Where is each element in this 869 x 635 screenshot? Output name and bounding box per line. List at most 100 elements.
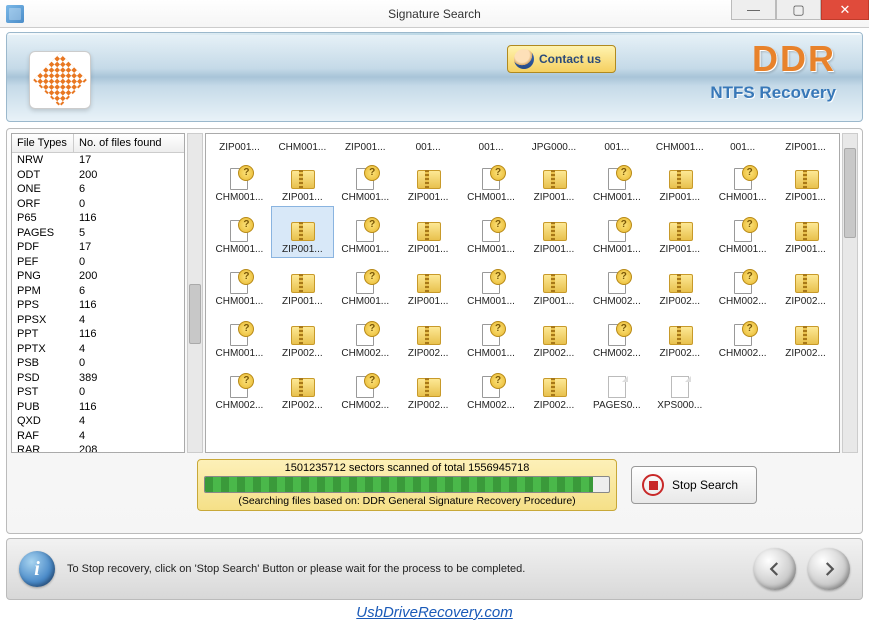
results-icon-pane[interactable]: ZIP001...CHM001...ZIP001...001...001...J… [205,133,840,453]
file-item[interactable]: ZIP001... [774,206,837,258]
file-item[interactable]: ZIP001... [397,154,460,206]
file-item[interactable]: CHM001... [208,206,271,258]
file-item[interactable]: ZIP002... [523,310,586,362]
file-item[interactable]: ZIP002... [774,258,837,310]
file-item[interactable]: CHM001... [585,154,648,206]
file-item[interactable]: 001... [460,136,523,154]
file-item[interactable]: JPG000... [523,136,586,154]
table-row[interactable]: QXD4 [12,414,184,429]
table-body[interactable]: NRW17ODT200ONE6ORF0P65116PAGES5PDF17PEF0… [12,153,184,452]
file-label: ZIP001... [219,142,260,151]
file-item[interactable]: CHM001... [460,206,523,258]
table-row[interactable]: PNG200 [12,269,184,284]
file-item[interactable]: ZIP002... [397,310,460,362]
table-row[interactable]: PPSX4 [12,313,184,328]
file-item[interactable]: 001... [397,136,460,154]
file-item[interactable]: ZIP001... [397,206,460,258]
close-button[interactable]: ✕ [821,0,869,20]
file-item[interactable]: CHM001... [208,154,271,206]
file-types-table[interactable]: File Types No. of files found NRW17ODT20… [11,133,185,453]
file-item[interactable]: CHM001... [460,310,523,362]
file-item[interactable]: PAGES0... [585,362,648,414]
file-item[interactable]: 001... [711,136,774,154]
file-item[interactable]: ZIP001... [523,206,586,258]
file-item[interactable]: CHM001... [711,206,774,258]
file-item[interactable]: CHM002... [585,258,648,310]
file-item[interactable]: 001... [585,136,648,154]
table-row[interactable]: RAF4 [12,429,184,444]
file-item[interactable]: ZIP002... [523,362,586,414]
file-label: CHM002... [341,400,389,411]
file-item[interactable]: CHM001... [460,258,523,310]
table-row[interactable]: PPS116 [12,298,184,313]
nav-forward-button[interactable] [808,548,850,590]
contact-us-button[interactable]: Contact us [507,45,616,73]
table-scrollbar[interactable] [187,133,203,453]
scrollbar-thumb[interactable] [189,284,201,344]
file-item[interactable]: ZIP001... [648,154,711,206]
table-row[interactable]: PDF17 [12,240,184,255]
table-row[interactable]: PPM6 [12,284,184,299]
file-item[interactable]: ZIP002... [774,310,837,362]
site-link[interactable]: UsbDriveRecovery.com [356,604,512,621]
table-row[interactable]: PSD389 [12,371,184,386]
file-item[interactable]: ZIP002... [648,258,711,310]
file-item[interactable]: ZIP001... [271,258,334,310]
minimize-button[interactable]: — [731,0,776,20]
file-item[interactable]: ZIP001... [271,154,334,206]
table-row[interactable]: PUB116 [12,400,184,415]
file-item[interactable]: ZIP001... [774,136,837,154]
file-item[interactable]: ZIP002... [397,362,460,414]
file-item[interactable]: CHM001... [648,136,711,154]
table-row[interactable]: PSB0 [12,356,184,371]
file-item[interactable]: CHM002... [460,362,523,414]
file-item[interactable]: CHM001... [334,206,397,258]
file-item[interactable]: CHM002... [711,310,774,362]
table-row[interactable]: PEF0 [12,255,184,270]
file-item[interactable]: CHM001... [334,258,397,310]
file-item[interactable]: CHM001... [208,310,271,362]
file-item[interactable]: CHM002... [711,258,774,310]
file-item[interactable]: CHM002... [334,362,397,414]
results-scrollbar[interactable] [842,133,858,453]
col-files-found[interactable]: No. of files found [74,134,184,152]
stop-search-button[interactable]: Stop Search [631,466,757,504]
file-item[interactable]: ZIP001... [648,206,711,258]
table-row[interactable]: RAR208 [12,443,184,452]
table-row[interactable]: NRW17 [12,153,184,168]
file-item[interactable]: ZIP001... [523,258,586,310]
file-item[interactable]: ZIP001... [774,154,837,206]
file-item[interactable]: ZIP001... [208,136,271,154]
table-row[interactable]: PST0 [12,385,184,400]
scrollbar-thumb[interactable] [844,148,856,238]
file-item[interactable]: ZIP002... [648,310,711,362]
file-item[interactable]: CHM002... [585,310,648,362]
file-item[interactable]: CHM001... [334,154,397,206]
file-item[interactable]: ZIP001... [523,154,586,206]
table-row[interactable]: PPT116 [12,327,184,342]
maximize-button[interactable]: ▢ [776,0,821,20]
file-item[interactable]: CHM002... [334,310,397,362]
file-item[interactable]: ZIP001... [397,258,460,310]
table-row[interactable]: ORF0 [12,197,184,212]
file-item[interactable]: ZIP002... [271,310,334,362]
table-row[interactable]: PAGES5 [12,226,184,241]
zip-icon [288,374,316,398]
table-row[interactable]: P65116 [12,211,184,226]
file-item[interactable]: CHM001... [460,154,523,206]
file-item[interactable]: ZIP001... [271,206,334,258]
cell-count: 0 [74,385,90,400]
file-item[interactable]: CHM001... [271,136,334,154]
file-item[interactable]: XPS000... [648,362,711,414]
col-file-types[interactable]: File Types [12,134,74,152]
file-item[interactable]: CHM001... [711,154,774,206]
file-item[interactable]: ZIP001... [334,136,397,154]
table-row[interactable]: PPTX4 [12,342,184,357]
file-item[interactable]: CHM001... [585,206,648,258]
file-item[interactable]: ZIP002... [271,362,334,414]
table-row[interactable]: ONE6 [12,182,184,197]
file-item[interactable]: CHM001... [208,258,271,310]
table-row[interactable]: ODT200 [12,168,184,183]
file-item[interactable]: CHM002... [208,362,271,414]
nav-back-button[interactable] [754,548,796,590]
